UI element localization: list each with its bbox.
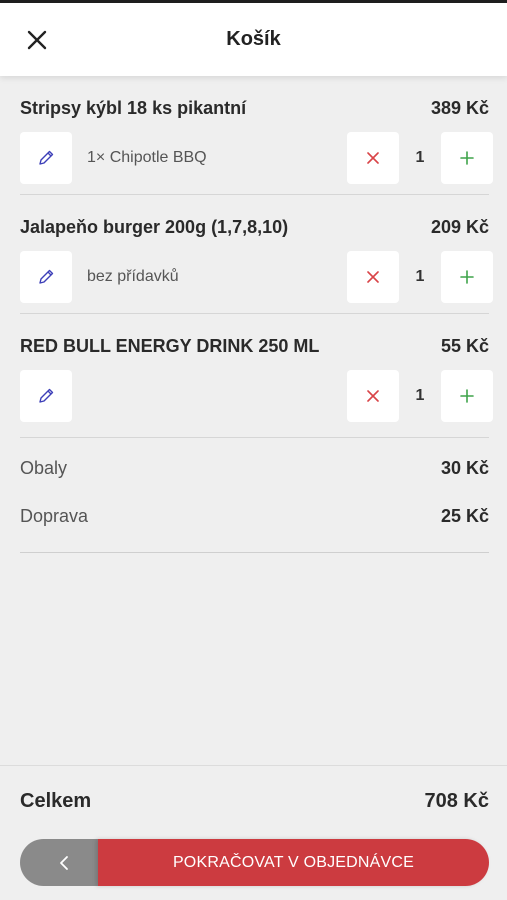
packaging-value: 30 Kč — [440, 458, 489, 478]
cart-item-controls: 1 — [20, 370, 493, 422]
delivery-label: Doprava — [20, 506, 89, 526]
remove-item-button[interactable] — [347, 370, 399, 422]
remove-item-button[interactable] — [347, 132, 399, 184]
close-button[interactable] — [18, 21, 56, 59]
item-modifiers: 1× Chipotle BBQ — [87, 149, 207, 166]
plus-icon — [460, 389, 474, 403]
item-price: 209 Kč — [430, 217, 489, 237]
delivery-value: 25 Kč — [440, 506, 489, 526]
plus-icon — [460, 151, 474, 165]
edit-item-button[interactable] — [20, 251, 72, 303]
cart-item-header: Stripsy kýbl 18 ks pikantní 389 Kč — [20, 98, 489, 119]
app-header: Košík — [0, 3, 507, 76]
cart-summary: Obaly 30 Kč Doprava 25 Kč — [20, 438, 489, 553]
cart-item-controls: bez přídavků 1 — [20, 251, 493, 303]
edit-item-button[interactable] — [20, 132, 72, 184]
packaging-row: Obaly 30 Kč — [20, 458, 489, 479]
cart-item-header: RED BULL ENERGY DRINK 250 ML 55 Kč — [20, 336, 489, 357]
remove-item-button[interactable] — [347, 251, 399, 303]
increase-quantity-button[interactable] — [441, 132, 493, 184]
remove-icon — [367, 271, 379, 283]
total-value: 708 Kč — [424, 790, 490, 812]
cart-item-header: Jalapeňo burger 200g (1,7,8,10) 209 Kč — [20, 217, 489, 238]
remove-icon — [367, 152, 379, 164]
edit-item-button[interactable] — [20, 370, 72, 422]
back-button[interactable] — [20, 839, 108, 886]
cart-content: Stripsy kýbl 18 ks pikantní 389 Kč 1× Ch… — [20, 76, 493, 553]
page-title: Košík — [226, 28, 281, 50]
cart-item-controls: 1× Chipotle BBQ 1 — [20, 132, 493, 184]
pencil-icon — [37, 149, 55, 167]
item-modifiers: bez přídavků — [87, 268, 179, 285]
delivery-row: Doprava 25 Kč — [20, 506, 489, 527]
cart-item: Stripsy kýbl 18 ks pikantní 389 Kč 1× Ch… — [20, 76, 493, 195]
cart-item: RED BULL ENERGY DRINK 250 ML 55 Kč 1 — [20, 314, 493, 438]
remove-icon — [367, 390, 379, 402]
item-name: Jalapeňo burger 200g (1,7,8,10) — [20, 217, 289, 237]
item-price: 389 Kč — [430, 98, 489, 118]
pencil-icon — [37, 268, 55, 286]
continue-order-button[interactable]: POKRAČOVAT V OBJEDNÁVCE — [98, 839, 489, 886]
increase-quantity-button[interactable] — [441, 251, 493, 303]
item-name: RED BULL ENERGY DRINK 250 ML — [20, 336, 320, 356]
total-row: Celkem 708 Kč — [20, 790, 489, 813]
item-quantity: 1 — [415, 387, 425, 404]
increase-quantity-button[interactable] — [441, 370, 493, 422]
item-quantity: 1 — [415, 268, 425, 285]
item-name: Stripsy kýbl 18 ks pikantní — [20, 98, 247, 118]
item-quantity: 1 — [415, 149, 425, 166]
total-label: Celkem — [20, 790, 92, 812]
close-icon — [27, 30, 47, 50]
pencil-icon — [37, 387, 55, 405]
packaging-label: Obaly — [20, 458, 68, 478]
plus-icon — [460, 270, 474, 284]
chevron-left-icon — [58, 855, 70, 871]
item-price: 55 Kč — [440, 336, 489, 356]
checkout-footer: Celkem 708 Kč POKRAČOVAT V OBJEDNÁVCE — [0, 765, 507, 900]
cart-item: Jalapeňo burger 200g (1,7,8,10) 209 Kč b… — [20, 195, 493, 314]
